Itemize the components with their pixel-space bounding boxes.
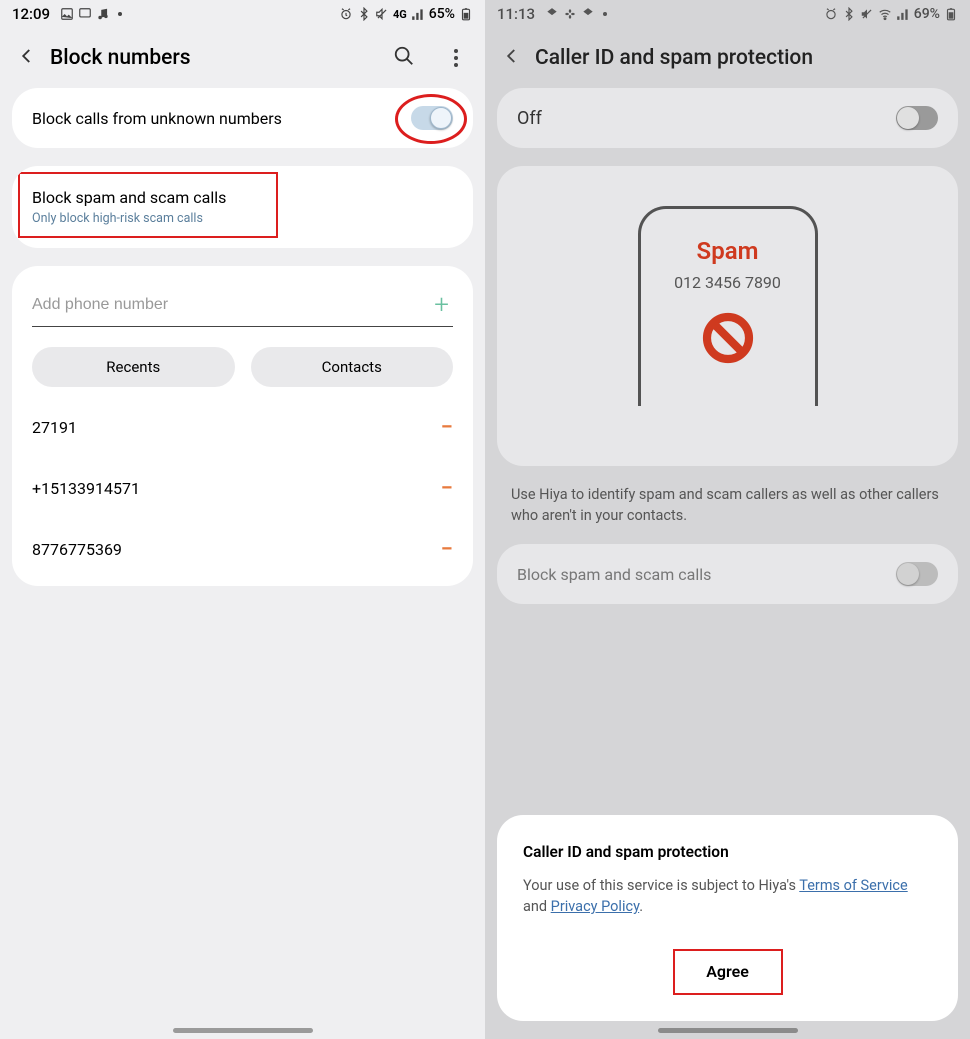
wifi-icon: [878, 7, 892, 21]
page-title: Block numbers: [50, 46, 191, 70]
mute-icon: [375, 7, 389, 21]
row-off[interactable]: Off: [497, 88, 958, 148]
row-block-spam[interactable]: Block spam and scam calls Only block hig…: [12, 170, 473, 244]
contacts-button[interactable]: Contacts: [251, 347, 454, 387]
block-spam-label: Block spam and scam calls: [517, 565, 896, 584]
spam-label: Spam: [697, 237, 759, 265]
alarm-icon: [339, 7, 353, 21]
no-entry-icon: [700, 300, 756, 370]
nav-pill[interactable]: [173, 1028, 313, 1033]
remove-icon[interactable]: −: [441, 415, 453, 440]
remove-icon[interactable]: −: [441, 537, 453, 562]
block-unknown-label: Block calls from unknown numbers: [32, 109, 411, 128]
sheet-text-prefix: Your use of this service is subject to H…: [523, 877, 799, 894]
blocked-number: 27191: [32, 418, 77, 437]
privacy-link[interactable]: Privacy Policy: [551, 898, 640, 915]
sheet-title: Caller ID and spam protection: [523, 843, 932, 861]
phone-right: 11:13 69% Caller ID and spam protection …: [485, 0, 970, 1039]
alarm-icon: [824, 7, 838, 21]
cast-icon: [78, 7, 92, 21]
slack-icon: [563, 7, 577, 21]
battery-percent: 69%: [914, 6, 940, 22]
remove-icon[interactable]: −: [441, 476, 453, 501]
plus-icon[interactable]: +: [430, 290, 453, 320]
more-icon[interactable]: [445, 49, 467, 67]
description-text: Use Hiya to identify spam and scam calle…: [511, 484, 944, 526]
battery-percent: 65%: [429, 6, 455, 22]
mute-icon: [860, 7, 874, 21]
status-time: 12:09: [12, 5, 50, 23]
page-title: Caller ID and spam protection: [535, 46, 813, 70]
card-off: Off: [497, 88, 958, 148]
status-dot: [603, 12, 607, 16]
block-spam-label: Block spam and scam calls: [32, 188, 453, 207]
block-spam-subtitle: Only block high-risk scam calls: [32, 211, 453, 226]
phone-left: 12:09 4G 65% Block numbers Block calls f…: [0, 0, 485, 1039]
recents-button[interactable]: Recents: [32, 347, 235, 387]
sheet-text-and: and: [523, 898, 551, 915]
status-dot: [118, 12, 122, 16]
status-time: 11:13: [497, 5, 535, 23]
bluetooth-icon: [357, 7, 371, 21]
sheet-text-period: .: [639, 898, 643, 915]
tos-link[interactable]: Terms of Service: [799, 877, 907, 894]
page-header: Caller ID and spam protection: [485, 28, 970, 88]
music-icon: [96, 7, 110, 21]
add-number-input[interactable]: [32, 296, 430, 314]
battery-icon: [459, 7, 473, 21]
row-block-unknown[interactable]: Block calls from unknown numbers: [12, 88, 473, 148]
terms-sheet: Caller ID and spam protection Your use o…: [497, 815, 958, 1022]
signal-icon: [411, 7, 425, 21]
battery-icon: [944, 7, 958, 21]
blocked-number-row[interactable]: 27191 −: [12, 397, 473, 458]
app-icon: [581, 7, 595, 21]
nav-pill[interactable]: [658, 1028, 798, 1033]
network-label: 4G: [393, 8, 407, 21]
status-bar: 12:09 4G 65%: [0, 0, 485, 28]
spam-device-illustration: Spam 012 3456 7890: [638, 206, 818, 406]
signal-icon: [896, 7, 910, 21]
off-label: Off: [517, 108, 896, 129]
back-icon[interactable]: [503, 47, 521, 69]
blocked-number: 8776775369: [32, 540, 122, 559]
status-bar: 11:13 69%: [485, 0, 970, 28]
blocked-number-row[interactable]: 8776775369 −: [12, 519, 473, 580]
search-icon[interactable]: [393, 45, 415, 71]
card-add-number: + Recents Contacts 27191 − +15133914571 …: [12, 266, 473, 586]
blocked-number: +15133914571: [32, 479, 140, 498]
agree-button[interactable]: Agree: [688, 952, 767, 991]
toggle-block-spam[interactable]: [896, 562, 938, 586]
card-block-spam: Block spam and scam calls: [497, 544, 958, 604]
app-icon: [545, 7, 559, 21]
spam-number: 012 3456 7890: [674, 273, 781, 292]
add-number-field[interactable]: +: [32, 290, 453, 327]
toggle-master[interactable]: [896, 106, 938, 130]
back-icon[interactable]: [18, 47, 36, 69]
bluetooth-icon: [842, 7, 856, 21]
row-block-spam[interactable]: Block spam and scam calls: [497, 544, 958, 604]
card-block-unknown: Block calls from unknown numbers: [12, 88, 473, 148]
card-spam-preview: Spam 012 3456 7890: [497, 166, 958, 466]
card-block-spam: Block spam and scam calls Only block hig…: [12, 166, 473, 248]
page-header: Block numbers: [0, 28, 485, 88]
sheet-text: Your use of this service is subject to H…: [523, 875, 932, 919]
blocked-number-row[interactable]: +15133914571 −: [12, 458, 473, 519]
image-icon: [60, 7, 74, 21]
toggle-block-unknown[interactable]: [411, 106, 453, 130]
